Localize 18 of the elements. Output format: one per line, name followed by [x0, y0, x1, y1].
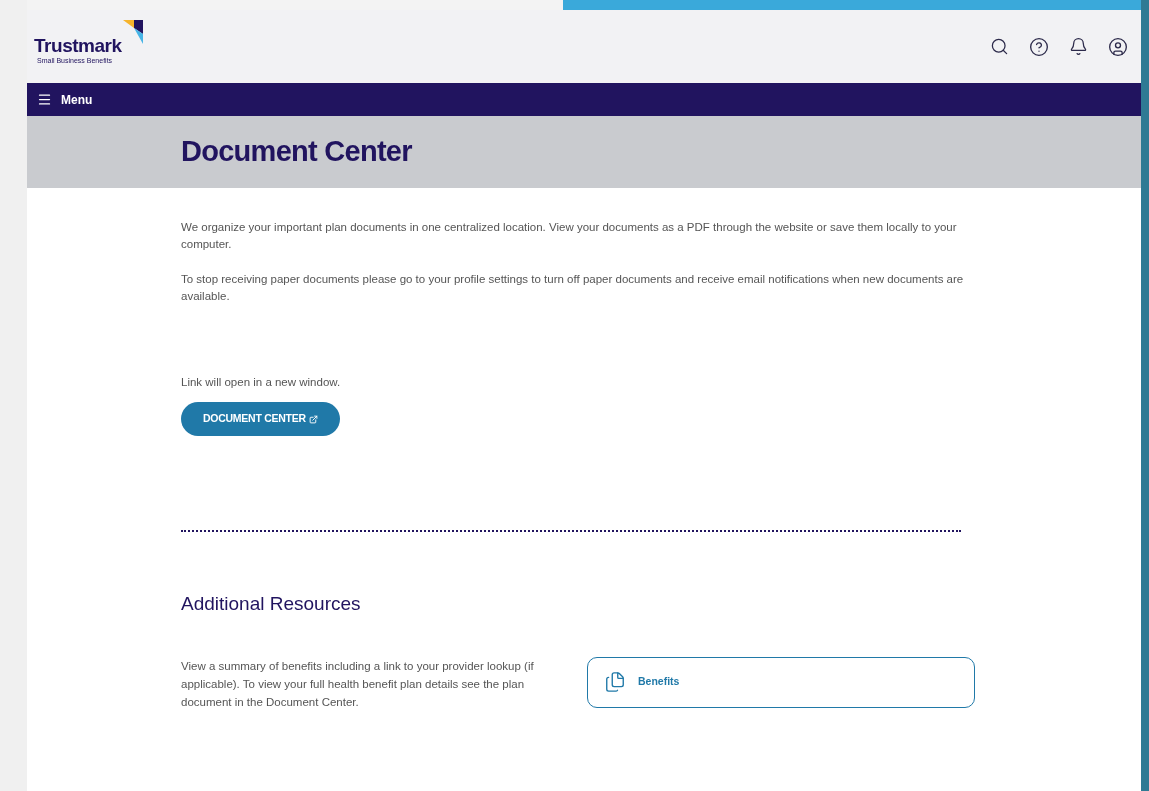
benefits-card[interactable]: Benefits	[587, 656, 975, 708]
link-note: Link will open in a new window.	[181, 375, 342, 390]
bell-icon[interactable]	[1069, 37, 1088, 56]
menu-button[interactable]: Menu	[37, 90, 93, 109]
external-link-icon	[308, 414, 318, 424]
page-title: Document Center	[181, 134, 412, 170]
search-icon[interactable]	[990, 37, 1009, 56]
document-icon	[604, 671, 626, 694]
menu-icon	[37, 92, 52, 107]
resources-description: View a summary of benefits including a link to your provider lookup (if applicable). To view your full health benefit plan details see the plan document in the Document Center.	[181, 658, 535, 710]
user-icon[interactable]	[1108, 36, 1128, 57]
intro-paragraph: To stop receiving paper documents please go to your profile settings to turn off paper documents and receive email notifications when new documents are available.	[181, 272, 965, 304]
logo-wordmark[interactable]: Trustmark	[34, 35, 122, 56]
section-heading: Additional Resources	[181, 592, 362, 617]
intro-paragraph: We organize your important plan documents in one centralized location. View your documents as a PDF through the website or save them locally to your computer.	[181, 220, 958, 252]
logo-mark-icon	[123, 19, 143, 44]
document-center-button[interactable]: DOCUMENT CENTER	[181, 402, 340, 437]
help-icon[interactable]	[1029, 36, 1049, 57]
